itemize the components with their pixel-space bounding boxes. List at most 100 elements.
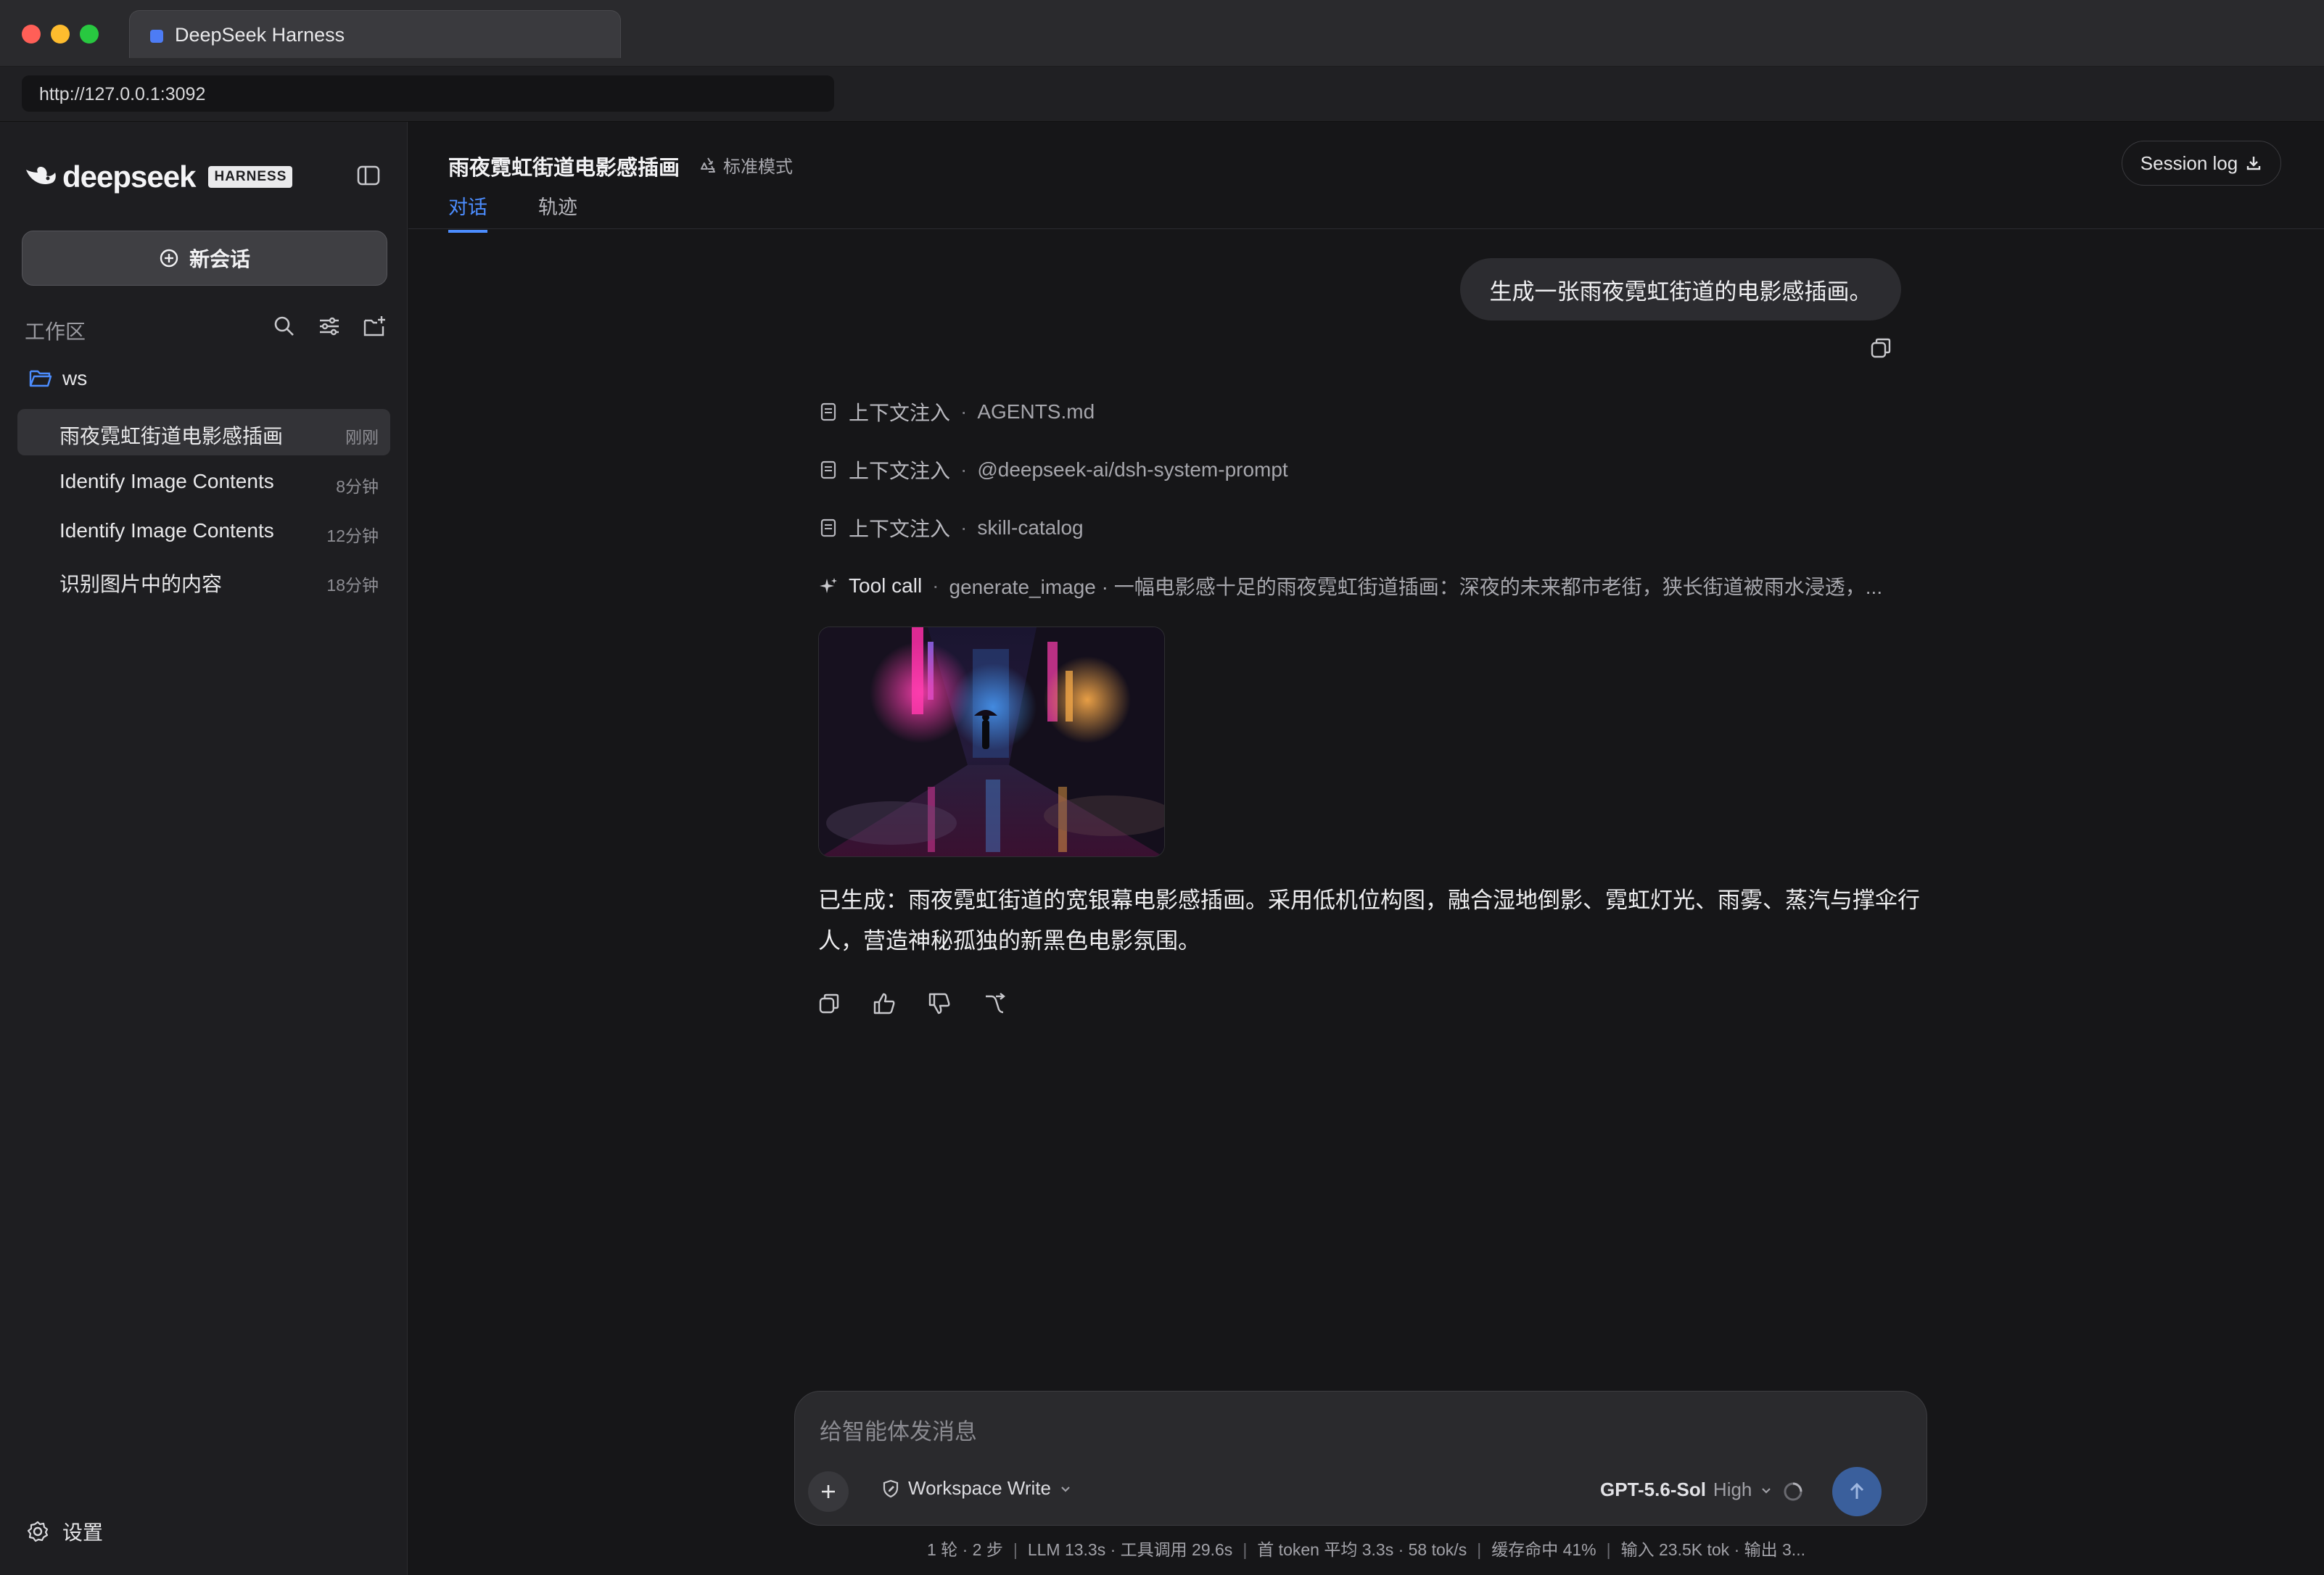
document-icon [820, 460, 836, 479]
generated-image[interactable] [818, 627, 1165, 857]
mode-label: 标准模式 [723, 157, 793, 177]
folder-open-icon [29, 370, 52, 387]
folder-label: ws [62, 367, 88, 389]
copy-icon[interactable] [1868, 335, 1894, 361]
branch-icon[interactable] [981, 991, 1008, 1017]
context-injection-row[interactable]: 上下文注入 · skill-catalog [818, 513, 1084, 542]
session-log-label: Session log [2140, 152, 2238, 174]
model-name: GPT-5.6-Sol [1600, 1479, 1706, 1500]
stat-cache: 缓存命中 41% [1491, 1540, 1596, 1559]
conversation-title: 雨夜霓虹街道电影感插画 [448, 157, 680, 180]
tool-call-row[interactable]: Tool call · generate_image · 一幅电影感十足的雨夜霓… [818, 571, 1882, 600]
gear-icon [27, 1521, 49, 1542]
copy-icon[interactable] [816, 991, 842, 1017]
url-text: http://127.0.0.1:3092 [39, 84, 206, 104]
assistant-answer: 已生成：雨夜霓虹街道的宽银幕电影感插画。采用低机位构图，融合湿地倒影、霓虹灯光、… [818, 888, 1920, 954]
arrow-up-icon [1850, 1482, 1864, 1499]
context-value: @deepseek-ai/dsh-system-prompt [977, 458, 1288, 481]
user-message-bubble: 生成一张雨夜霓虹街道的电影感插画。 [1460, 258, 1901, 321]
minimize-window-button[interactable] [51, 25, 70, 44]
model-effort: High [1713, 1479, 1752, 1500]
settings-button[interactable]: 设置 [26, 1517, 103, 1546]
message-composer: Workspace Write GPT-5.6-Sol High [794, 1391, 1927, 1526]
chevron-down-icon [1061, 1486, 1070, 1492]
thumbs-up-icon[interactable] [871, 991, 897, 1017]
stat-turns: 1 轮 · 2 步 [927, 1540, 1003, 1559]
plus-circle-icon [160, 249, 178, 268]
harness-badge: HARNESS [208, 166, 293, 188]
context-label: 上下文注入 [849, 518, 951, 540]
attach-button[interactable] [808, 1471, 849, 1512]
logo: deepseek HARNESS [23, 160, 293, 194]
address-bar[interactable]: http://127.0.0.1:3092 [22, 75, 834, 112]
window-titlebar: DeepSeek Harness [0, 0, 2324, 67]
session-item[interactable]: Identify Image Contents 12分钟 [17, 508, 390, 554]
session-time: 8分钟 [336, 477, 379, 496]
close-window-button[interactable] [22, 25, 41, 44]
loading-spinner-icon [1781, 1480, 1805, 1503]
user-message-text: 生成一张雨夜霓虹街道的电影感插画。 [1489, 278, 1872, 305]
session-time: 刚刚 [345, 428, 379, 447]
browser-tab-title: DeepSeek Harness [175, 24, 345, 46]
address-bar-region: http://127.0.0.1:3092 [0, 67, 2324, 122]
thumbs-down-icon[interactable] [926, 991, 952, 1017]
download-icon [2247, 157, 2261, 170]
session-log-button[interactable]: Session log [2122, 141, 2281, 186]
run-stats: 1 轮 · 2 步 | LLM 13.3s · 工具调用 29.6s | 首 token… [927, 1540, 1805, 1559]
main-panel: 雨夜霓虹街道电影感插画 标准模式 对话 轨迹 Session log 生成一张雨… [408, 122, 2324, 1575]
session-item[interactable]: 识别图片中的内容 18分钟 [17, 557, 390, 603]
stat-io: 输入 23.5K tok · 输出 3... [1620, 1540, 1805, 1559]
send-button[interactable] [1832, 1467, 1882, 1516]
sparkle-icon [820, 578, 837, 593]
message-input[interactable] [820, 1415, 1900, 1450]
document-icon [820, 518, 836, 537]
session-title: 雨夜霓虹街道电影感插画 [59, 425, 284, 447]
plus-icon [822, 1485, 835, 1498]
tool-call-summary: generate_image · 一幅电影感十足的雨夜霓虹街道插画：深夜的未来都… [949, 576, 1883, 598]
document-icon [820, 402, 836, 421]
stat-llm: LLM 13.3s · 工具调用 29.6s [1027, 1540, 1233, 1559]
recycle-icon [701, 157, 715, 173]
chevron-down-icon [1762, 1487, 1771, 1494]
tool-call-label: Tool call [849, 574, 923, 597]
new-folder-icon[interactable] [361, 313, 387, 339]
new-chat-label: 新会话 [189, 248, 250, 270]
permission-selector[interactable]: Workspace Write [881, 1477, 1073, 1500]
filter-sliders-icon[interactable] [316, 313, 342, 339]
view-tabs: 对话 轨迹 [448, 191, 577, 233]
session-item[interactable]: Identify Image Contents 8分钟 [17, 458, 390, 505]
deepseek-whale-icon [26, 167, 56, 184]
sidebar: deepseek HARNESS 新会话 工作区 ws 雨夜霓虹街道电影感插画 … [0, 122, 408, 1575]
favicon-icon [150, 30, 163, 43]
tab-trace[interactable]: 轨迹 [538, 191, 577, 233]
session-title: 识别图片中的内容 [59, 573, 223, 595]
model-selector[interactable]: GPT-5.6-Sol High [1600, 1479, 1773, 1501]
new-chat-button[interactable]: 新会话 [22, 231, 387, 286]
browser-tab[interactable]: DeepSeek Harness [129, 10, 621, 58]
workspace-folder-ws[interactable]: ws [29, 367, 87, 390]
search-icon[interactable] [271, 313, 297, 339]
session-time: 12分钟 [326, 526, 379, 545]
shield-edit-icon [883, 1479, 899, 1497]
session-time: 18分钟 [326, 576, 379, 595]
permission-label: Workspace Write [908, 1477, 1051, 1499]
tab-conversation[interactable]: 对话 [448, 191, 487, 233]
message-actions [816, 991, 1008, 1017]
workspace-header: 工作区 [25, 313, 387, 343]
mode-selector[interactable]: 标准模式 [699, 152, 793, 178]
session-title: Identify Image Contents [59, 470, 274, 492]
maximize-window-button[interactable] [80, 25, 99, 44]
sidebar-toggle-icon[interactable] [355, 162, 382, 189]
context-value: AGENTS.md [977, 400, 1095, 423]
context-injection-row[interactable]: 上下文注入 · @deepseek-ai/dsh-system-prompt [818, 455, 1288, 484]
logo-text: deepseek [62, 160, 196, 194]
session-list: 雨夜霓虹街道电影感插画 刚刚 Identify Image Contents 8… [17, 409, 390, 606]
session-title: Identify Image Contents [59, 519, 274, 542]
context-label: 上下文注入 [849, 460, 951, 482]
context-value: skill-catalog [977, 516, 1084, 539]
context-label: 上下文注入 [849, 402, 951, 424]
stat-first-token: 首 token 平均 3.3s · 58 tok/s [1257, 1540, 1467, 1559]
settings-label: 设置 [62, 1521, 104, 1544]
session-item[interactable]: 雨夜霓虹街道电影感插画 刚刚 [17, 409, 390, 455]
context-injection-row[interactable]: 上下文注入 · AGENTS.md [818, 397, 1095, 426]
